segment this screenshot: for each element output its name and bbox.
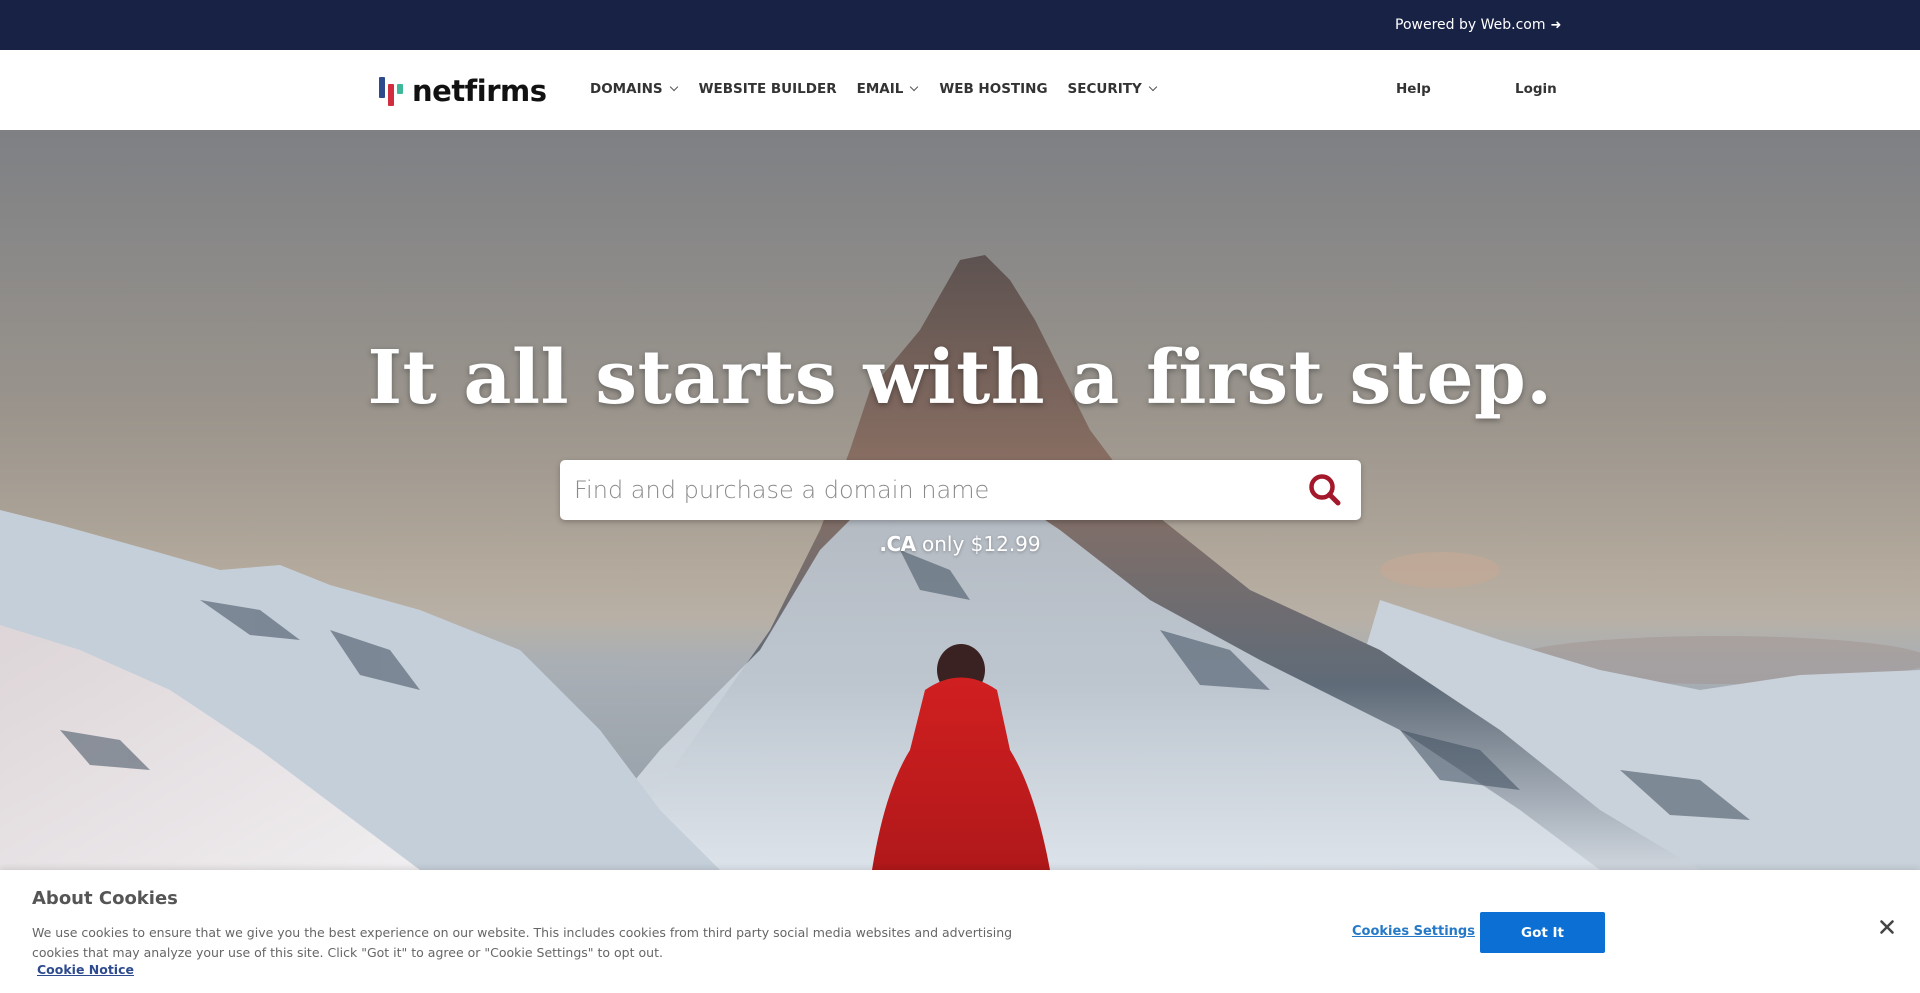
chevron-down-icon	[669, 82, 678, 92]
powered-by-label: Powered by Web.com	[1395, 17, 1546, 33]
search-icon	[1309, 474, 1341, 506]
logo[interactable]: netfirms	[378, 74, 547, 108]
cookies-settings-button[interactable]: Cookies Settings	[1352, 924, 1475, 939]
nav-item-label: DOMAINS	[590, 81, 663, 97]
logo-bar-green	[397, 84, 403, 94]
hero-section: It all starts with a first step. .CA onl…	[0, 130, 1920, 870]
domain-search-box	[560, 460, 1361, 520]
cookie-title: About Cookies	[32, 888, 178, 909]
close-icon	[1880, 920, 1894, 934]
main-nav: netfirms DOMAINS WEBSITE BUILDER EMAIL W…	[0, 50, 1920, 130]
got-it-button[interactable]: Got It	[1480, 912, 1605, 953]
login-link[interactable]: Login	[1515, 81, 1557, 97]
cookie-description: We use cookies to ensure that we give yo…	[32, 925, 1013, 960]
search-button[interactable]	[1295, 460, 1355, 520]
logo-bar-blue	[379, 77, 385, 98]
cookie-notice-link[interactable]: Cookie Notice	[37, 962, 134, 977]
nav-links: DOMAINS WEBSITE BUILDER EMAIL WEB HOSTIN…	[590, 81, 1178, 97]
help-link[interactable]: Help	[1396, 81, 1431, 97]
arrow-right-icon: ➜	[1550, 17, 1562, 33]
logo-mark-icon	[378, 76, 406, 106]
top-bar: Powered by Web.com ➜	[0, 0, 1920, 50]
nav-item-label: EMAIL	[856, 81, 904, 97]
promo-price: only $12.99	[915, 532, 1041, 556]
nav-item-domains[interactable]: DOMAINS	[590, 81, 678, 97]
powered-by-link[interactable]: Powered by Web.com ➜	[1395, 17, 1561, 33]
nav-item-email[interactable]: EMAIL	[856, 81, 919, 97]
chevron-down-icon	[1148, 82, 1158, 92]
nav-item-label: WEB HOSTING	[939, 81, 1048, 97]
nav-item-web-hosting[interactable]: WEB HOSTING	[939, 81, 1047, 97]
cookie-banner: About Cookies We use cookies to ensure t…	[0, 870, 1920, 993]
nav-item-security[interactable]: SECURITY	[1067, 81, 1158, 97]
promo-tld: .CA	[879, 532, 916, 556]
nav-item-label: SECURITY	[1067, 81, 1142, 97]
logo-text: netfirms	[412, 74, 547, 108]
cloud	[1380, 552, 1500, 588]
domain-search-input[interactable]	[560, 460, 1295, 520]
close-button[interactable]	[1876, 916, 1898, 938]
nav-item-label: WEBSITE BUILDER	[698, 81, 837, 97]
nav-item-website-builder[interactable]: WEBSITE BUILDER	[699, 81, 837, 97]
chevron-down-icon	[910, 82, 919, 92]
promo-text: .CA only $12.99	[0, 532, 1920, 556]
hero-title: It all starts with a first step.	[367, 335, 1553, 421]
logo-bar-red	[388, 84, 394, 106]
